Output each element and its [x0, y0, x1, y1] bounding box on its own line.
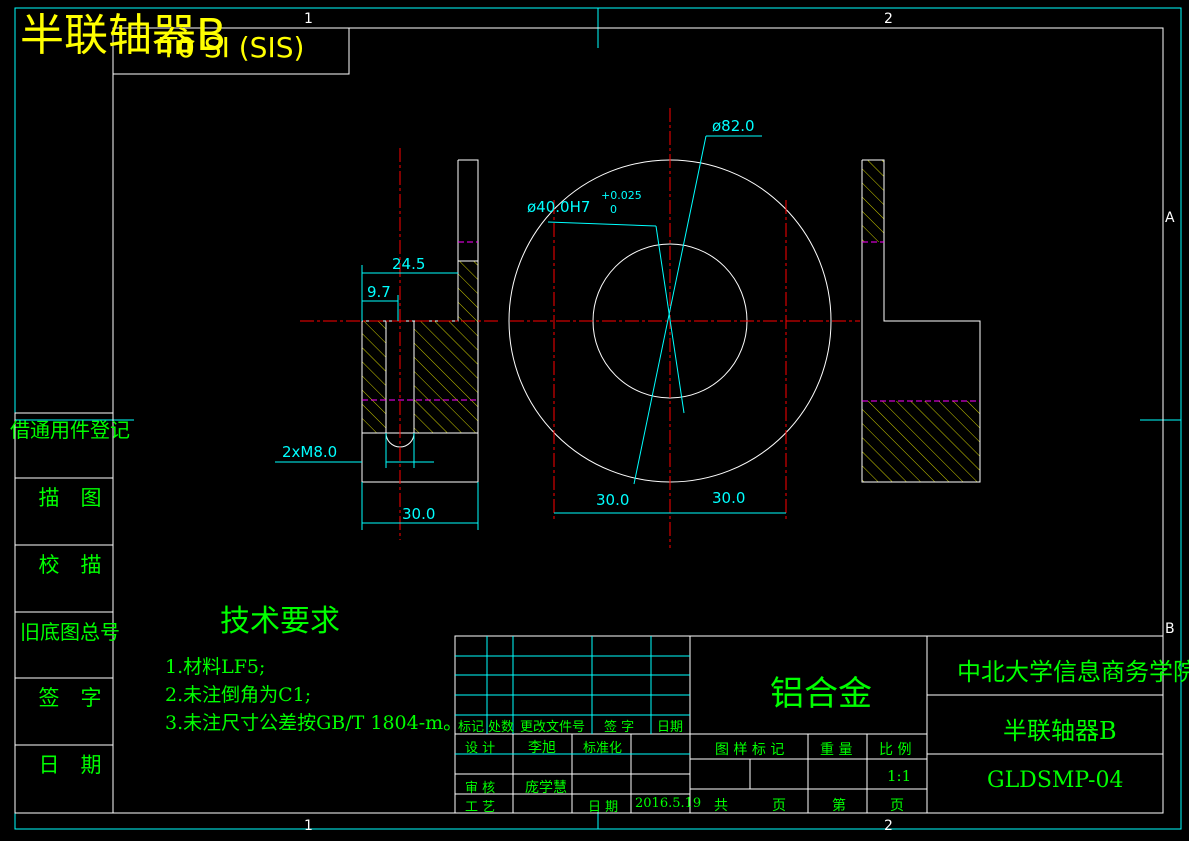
rev-header-file: 更改文件号	[520, 720, 586, 735]
dim-24-5: 24.5	[392, 255, 425, 273]
date-value: 2016.5.19	[635, 796, 702, 811]
sheet-label: 第	[832, 798, 846, 814]
dim-30-left: 30.0	[402, 505, 435, 523]
zone-number-top-1: 1	[304, 11, 313, 27]
dim-half-left: 30.0	[596, 491, 629, 509]
zone-number-bottom-2: 2	[884, 818, 893, 834]
dim-half-right: 30.0	[712, 489, 745, 507]
designer-label: 设 计	[465, 741, 496, 756]
scale-value: 1:1	[887, 767, 912, 785]
designer-name: 李旭	[528, 740, 556, 756]
right-hatch-top	[862, 160, 884, 242]
side-label-date: 日 期	[38, 753, 102, 777]
checker-label: 审 核	[465, 781, 496, 796]
tech-note-2: 2.未注倒角为C1;	[165, 684, 312, 706]
total-label: 共	[714, 798, 728, 814]
zone-letter-b: B	[1165, 621, 1175, 637]
zone-number-top-2: 2	[884, 11, 893, 27]
zone-letter-a: A	[1165, 210, 1175, 226]
part-name: 半联轴器B	[1003, 717, 1117, 745]
left-hatch-inner	[362, 321, 386, 433]
zone-number-bottom-1: 1	[304, 818, 313, 834]
dim-bore: ø40.0H7	[527, 198, 590, 216]
side-label-trace: 描 图	[38, 486, 102, 510]
date-label: 日 期	[588, 800, 619, 815]
left-hatch-top	[458, 261, 478, 321]
rev-header-sign: 签 字	[604, 720, 635, 735]
left-hatch-right	[414, 321, 478, 433]
overlap-code-text: T0 SI (SIS)	[160, 31, 305, 64]
side-label-old-number: 旧底图总号	[20, 620, 120, 644]
left-section-view	[300, 148, 500, 540]
scale-label: 比 例	[879, 742, 912, 758]
right-side-view	[861, 159, 981, 483]
side-label-check-trace: 校 描	[38, 553, 102, 577]
rev-header-mark: 标记	[458, 720, 485, 735]
weight-label: 重 量	[820, 742, 853, 758]
total-page-label: 页	[772, 798, 786, 814]
tech-note-1: 1.材料LF5;	[165, 656, 266, 678]
side-label-register: 借通用件登记	[10, 418, 130, 442]
process-label: 工 艺	[465, 800, 496, 815]
dim-thread: 2xM8.0	[282, 443, 337, 461]
dim-outer-dia: ø82.0	[712, 117, 755, 135]
tech-requirements-title: 技术要求	[220, 604, 340, 639]
front-view	[508, 108, 860, 548]
rev-header-date: 日期	[657, 720, 684, 735]
rev-header-count: 处数	[488, 720, 515, 735]
standard-label: 标准化	[583, 741, 623, 756]
sheet-page-label: 页	[890, 798, 904, 814]
material-label: 铝合金	[770, 674, 872, 714]
school-name: 中北大学信息商务学院	[957, 658, 1189, 686]
dim-9-7: 9.7	[367, 283, 391, 301]
dim-bore-tol-lower: 0	[610, 203, 617, 216]
dim-bore-tol-upper: +0.025	[601, 189, 642, 202]
right-hatch-bottom	[862, 401, 980, 482]
stage-mark-label: 图 样 标 记	[715, 742, 785, 758]
tech-note-3: 3.未注尺寸公差按GB/T 1804-m。	[165, 712, 463, 734]
checker-name: 庞学慧	[525, 780, 567, 796]
side-label-signature: 签 字	[38, 686, 102, 710]
drawing-code: GLDSMP-04	[987, 768, 1124, 793]
